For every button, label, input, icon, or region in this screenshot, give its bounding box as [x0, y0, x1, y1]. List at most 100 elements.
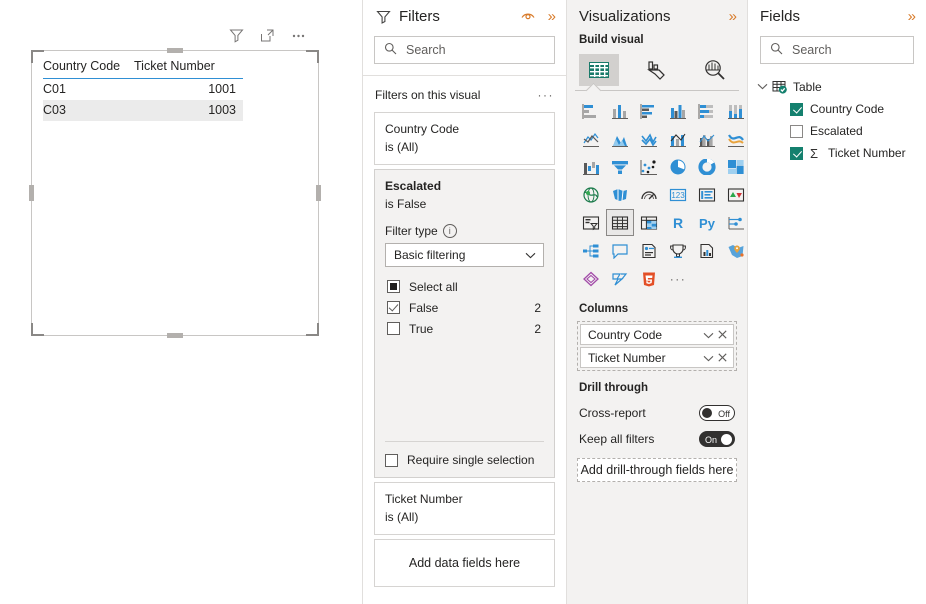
resize-handle-bottom[interactable]	[167, 333, 183, 338]
table-visual[interactable]: Country Code Ticket Number C01 1001 C03 …	[29, 48, 321, 338]
line-chart-icon[interactable]	[577, 125, 605, 152]
column-well-ticket-number[interactable]: Ticket Number	[580, 347, 734, 368]
build-visual-tab[interactable]	[579, 54, 619, 86]
qna-icon[interactable]	[606, 237, 634, 264]
column-well-country-code[interactable]: Country Code	[580, 324, 734, 345]
format-visual-tab[interactable]	[637, 54, 677, 86]
chevron-down-icon[interactable]	[701, 328, 716, 342]
require-single-selection-row[interactable]: Require single selection	[385, 442, 544, 467]
pie-chart-icon[interactable]	[664, 153, 692, 180]
table-row[interactable]: C03 1003	[43, 100, 243, 121]
resize-handle-top-right[interactable]	[306, 50, 319, 63]
filters-search-input[interactable]: Search	[374, 36, 555, 64]
filter-card-escalated[interactable]: Escalated is False Filter type i Basic f…	[374, 169, 555, 478]
expand-pane-icon[interactable]: »	[548, 9, 556, 24]
resize-handle-bottom-right[interactable]	[306, 323, 319, 336]
filter-value-select-all[interactable]: Select all	[385, 276, 544, 297]
filter-value-false[interactable]: False 2	[385, 297, 544, 318]
resize-handle-right[interactable]	[316, 185, 321, 201]
filter-type-dropdown[interactable]: Basic filtering	[385, 243, 544, 267]
power-apps-icon[interactable]	[577, 265, 605, 292]
stacked-area-chart-icon[interactable]	[635, 125, 663, 152]
filter-card-country-code[interactable]: Country Code is (All)	[374, 112, 555, 165]
waterfall-chart-icon[interactable]	[577, 153, 605, 180]
fields-search-input[interactable]: Search	[760, 36, 914, 64]
checkbox-checked-icon[interactable]	[790, 102, 803, 116]
filters-section-more-icon[interactable]: ···	[538, 88, 555, 102]
azure-map-icon[interactable]	[722, 237, 750, 264]
resize-handle-top[interactable]	[167, 48, 183, 53]
area-chart-icon[interactable]	[606, 125, 634, 152]
focus-mode-icon[interactable]	[259, 27, 276, 44]
kpi-icon[interactable]	[722, 181, 750, 208]
expand-pane-icon[interactable]: »	[908, 9, 916, 24]
metrics-icon[interactable]	[664, 237, 692, 264]
chevron-down-icon[interactable]	[756, 82, 768, 93]
info-icon[interactable]: i	[442, 224, 457, 238]
checkbox-checked-icon[interactable]	[790, 146, 803, 160]
get-more-visuals-icon[interactable]: ···	[664, 265, 692, 292]
search-icon	[770, 42, 783, 58]
checkbox-indeterminate-icon[interactable]	[387, 280, 400, 293]
gauge-icon[interactable]	[635, 181, 663, 208]
column-header-country-code[interactable]: Country Code	[43, 59, 128, 73]
multi-row-card-icon[interactable]	[693, 181, 721, 208]
more-options-icon[interactable]	[290, 27, 307, 44]
fields-table-node[interactable]: Table	[756, 76, 926, 98]
report-canvas[interactable]: Country Code Ticket Number C01 1001 C03 …	[0, 0, 362, 604]
column-header-ticket-number[interactable]: Ticket Number	[128, 59, 243, 73]
html-visual-icon[interactable]	[635, 265, 663, 292]
filter-value-true[interactable]: True 2	[385, 318, 544, 339]
table-icon[interactable]	[606, 209, 634, 236]
funnel-chart-icon[interactable]	[606, 153, 634, 180]
remove-field-icon[interactable]	[716, 328, 729, 342]
filter-card-ticket-number[interactable]: Ticket Number is (All)	[374, 482, 555, 535]
line-and-clustered-column-chart-icon[interactable]	[693, 125, 721, 152]
stacked-column-chart-icon[interactable]	[606, 97, 634, 124]
remove-field-icon[interactable]	[716, 351, 729, 365]
toggle-knob	[721, 434, 732, 445]
field-item-ticket-number[interactable]: Σ Ticket Number	[756, 142, 926, 164]
field-item-escalated[interactable]: Escalated	[756, 120, 926, 142]
donut-chart-icon[interactable]	[693, 153, 721, 180]
slicer-icon[interactable]	[577, 209, 605, 236]
checkbox-checked-icon[interactable]	[387, 301, 400, 314]
checkbox-unchecked-icon[interactable]	[790, 124, 803, 138]
clustered-column-chart-icon[interactable]	[664, 97, 692, 124]
paginated-report-icon[interactable]	[693, 237, 721, 264]
cross-report-toggle[interactable]: Off	[699, 405, 735, 421]
expand-pane-icon[interactable]: »	[729, 9, 737, 24]
r-script-visual-icon[interactable]: R	[664, 209, 692, 236]
treemap-icon[interactable]	[722, 153, 750, 180]
python-visual-icon[interactable]: Py	[693, 209, 721, 236]
checkbox-unchecked-icon[interactable]	[385, 453, 398, 467]
drill-through-dropzone[interactable]: Add drill-through fields here	[577, 458, 737, 482]
field-item-country-code[interactable]: Country Code	[756, 98, 926, 120]
checkbox-unchecked-icon[interactable]	[387, 322, 400, 335]
filled-map-icon[interactable]	[606, 181, 634, 208]
clustered-bar-chart-icon[interactable]	[635, 97, 663, 124]
field-label: Escalated	[810, 124, 863, 138]
matrix-icon[interactable]	[635, 209, 663, 236]
analytics-tab[interactable]	[695, 54, 735, 86]
map-icon[interactable]	[577, 181, 605, 208]
chevron-down-icon[interactable]	[701, 351, 716, 365]
resize-handle-left[interactable]	[29, 185, 34, 201]
key-influencers-icon[interactable]	[722, 209, 750, 236]
decomposition-tree-icon[interactable]	[577, 237, 605, 264]
stacked-bar-chart-icon[interactable]	[577, 97, 605, 124]
scatter-chart-icon[interactable]	[635, 153, 663, 180]
smart-narrative-icon[interactable]	[635, 237, 663, 264]
table-row[interactable]: C01 1001	[43, 79, 243, 100]
ribbon-chart-icon[interactable]	[722, 125, 750, 152]
keep-all-filters-toggle[interactable]: On	[699, 431, 735, 447]
resize-handle-bottom-left[interactable]	[31, 323, 44, 336]
power-automate-icon[interactable]	[606, 265, 634, 292]
100-stacked-column-chart-icon[interactable]	[722, 97, 750, 124]
filter-icon[interactable]	[228, 27, 245, 44]
100-stacked-bar-chart-icon[interactable]	[693, 97, 721, 124]
card-icon[interactable]: 123	[664, 181, 692, 208]
add-data-fields-dropzone[interactable]: Add data fields here	[374, 539, 555, 587]
hide-pane-icon[interactable]	[520, 9, 536, 24]
line-and-stacked-column-chart-icon[interactable]	[664, 125, 692, 152]
